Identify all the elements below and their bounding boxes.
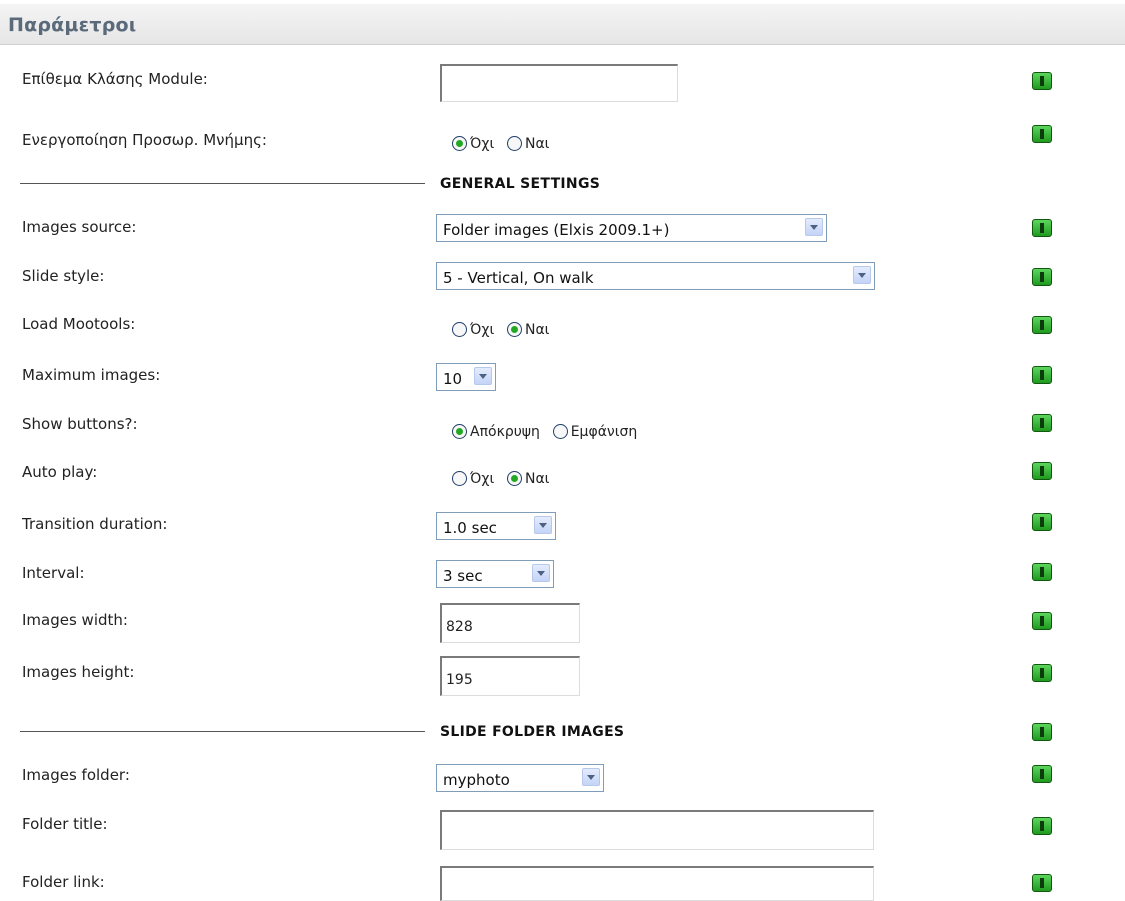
auto-play-label: Auto play: xyxy=(22,463,98,481)
load-mootools-option-yes-radio[interactable] xyxy=(506,322,522,337)
page-title: Παράμετροι xyxy=(8,14,137,36)
slide-style-label: Slide style: xyxy=(22,267,105,285)
cache-option-no-label: Όχι xyxy=(470,135,495,152)
auto-play-option-no-label: Όχι xyxy=(470,470,495,487)
images-width-input[interactable] xyxy=(440,603,580,643)
images-height-info-icon[interactable] xyxy=(1032,664,1052,682)
chevron-down-icon[interactable] xyxy=(534,516,552,534)
general-settings-divider xyxy=(20,183,425,184)
show-buttons-label: Show buttons?: xyxy=(22,415,138,433)
show-buttons-option-show-label: Εμφάνιση xyxy=(570,423,638,440)
folder-link-info-icon[interactable] xyxy=(1032,874,1052,892)
show-buttons-option-hide-radio[interactable] xyxy=(452,424,467,439)
folder-link-input[interactable] xyxy=(440,866,874,901)
folder-title-input[interactable] xyxy=(440,810,874,850)
chevron-down-icon[interactable] xyxy=(474,367,492,385)
slide-folder-images-heading: SLIDE FOLDER IMAGES xyxy=(440,724,625,740)
chevron-down-icon[interactable] xyxy=(853,266,871,284)
images-source-info-icon[interactable] xyxy=(1032,219,1052,237)
general-settings-heading: GENERAL SETTINGS xyxy=(440,176,601,192)
auto-play-info-icon[interactable] xyxy=(1032,462,1052,480)
images-width-label: Images width: xyxy=(22,611,128,629)
cache-info-icon[interactable] xyxy=(1032,125,1052,143)
images-source-value: Folder images (Elxis 2009.1+) xyxy=(443,221,670,239)
folder-title-label: Folder title: xyxy=(22,815,108,833)
interval-value: 3 sec xyxy=(443,567,483,585)
auto-play-option-no-radio[interactable] xyxy=(452,471,467,486)
show-buttons-option-show-radio[interactable] xyxy=(552,424,568,439)
show-buttons-info-icon[interactable] xyxy=(1032,414,1052,432)
slide-folder-images-divider xyxy=(20,731,425,732)
images-folder-label: Images folder: xyxy=(22,766,130,784)
show-buttons-option-hide-label: Απόκρυψη xyxy=(470,423,540,440)
transition-duration-select[interactable]: 1.0 sec xyxy=(436,512,556,540)
module-class-input[interactable] xyxy=(440,64,678,102)
load-mootools-label: Load Mootools: xyxy=(22,315,136,333)
chevron-down-icon[interactable] xyxy=(532,564,550,582)
cache-label: Ενεργοποίηση Προσωρ. Μνήμης: xyxy=(22,131,267,149)
chevron-down-icon[interactable] xyxy=(805,218,823,236)
images-source-label: Images source: xyxy=(22,218,137,236)
maximum-images-label: Maximum images: xyxy=(22,366,161,384)
slide-style-select[interactable]: 5 - Vertical, On walk xyxy=(436,262,875,290)
load-mootools-option-no-radio[interactable] xyxy=(452,322,467,337)
interval-select[interactable]: 3 sec xyxy=(436,560,554,588)
maximum-images-info-icon[interactable] xyxy=(1032,366,1052,384)
images-source-select[interactable]: Folder images (Elxis 2009.1+) xyxy=(436,214,827,242)
interval-label: Interval: xyxy=(22,564,85,582)
transition-duration-value: 1.0 sec xyxy=(443,519,497,537)
load-mootools-option-yes-label: Ναι xyxy=(524,321,550,338)
images-folder-info-icon[interactable] xyxy=(1032,765,1052,783)
cache-option-yes-radio[interactable] xyxy=(506,136,522,151)
maximum-images-select[interactable]: 10 xyxy=(436,363,496,391)
slide-style-value: 5 - Vertical, On walk xyxy=(443,269,594,287)
images-height-label: Images height: xyxy=(22,663,135,681)
module-class-info-icon[interactable] xyxy=(1032,72,1052,90)
transition-duration-info-icon[interactable] xyxy=(1032,513,1052,531)
images-folder-select[interactable]: myphoto xyxy=(436,764,604,792)
load-mootools-info-icon[interactable] xyxy=(1032,316,1052,334)
auto-play-radio-group: Όχι Ναι xyxy=(452,469,557,487)
module-class-label: Επίθεμα Κλάσης Module: xyxy=(22,70,208,88)
slide-style-info-icon[interactable] xyxy=(1032,268,1052,286)
images-folder-value: myphoto xyxy=(443,771,510,789)
folder-link-label: Folder link: xyxy=(22,873,105,891)
load-mootools-option-no-label: Όχι xyxy=(470,321,495,338)
cache-radio-group: Όχι Ναι xyxy=(452,134,557,152)
auto-play-option-yes-label: Ναι xyxy=(524,470,550,487)
cache-option-no-radio[interactable] xyxy=(452,136,467,151)
images-height-input[interactable] xyxy=(440,656,580,696)
auto-play-option-yes-radio[interactable] xyxy=(506,471,522,486)
params-header: Παράμετροι xyxy=(0,4,1125,45)
show-buttons-radio-group: Απόκρυψη Εμφάνιση xyxy=(452,422,645,440)
folder-title-info-icon[interactable] xyxy=(1032,817,1052,835)
transition-duration-label: Transition duration: xyxy=(22,515,168,533)
chevron-down-icon[interactable] xyxy=(582,768,600,786)
slide-folder-images-info-icon[interactable] xyxy=(1032,723,1052,741)
load-mootools-radio-group: Όχι Ναι xyxy=(452,320,557,338)
interval-info-icon[interactable] xyxy=(1032,563,1052,581)
cache-option-yes-label: Ναι xyxy=(524,135,550,152)
images-width-info-icon[interactable] xyxy=(1032,612,1052,630)
maximum-images-value: 10 xyxy=(443,370,463,388)
